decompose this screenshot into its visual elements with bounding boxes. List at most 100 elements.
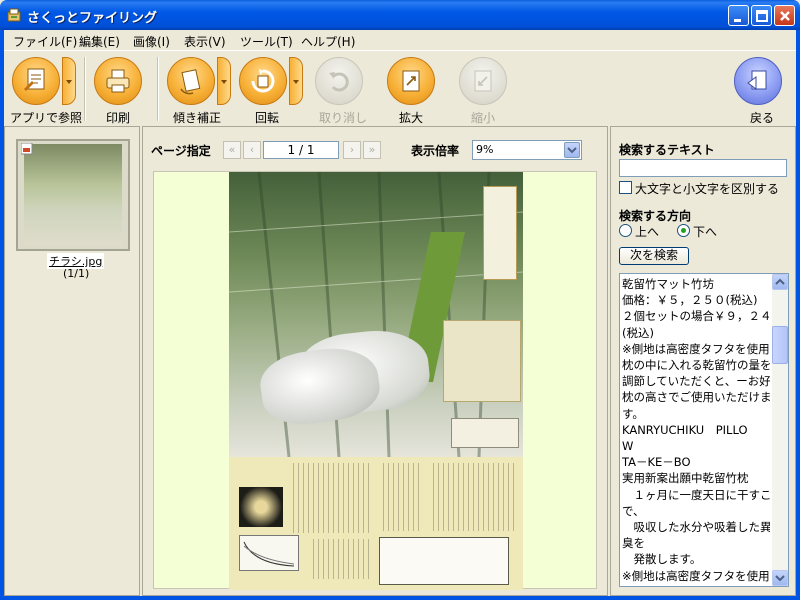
rotate-dropdown[interactable] <box>289 57 303 105</box>
file-type-icon <box>21 143 33 155</box>
zoom-in-label: 拡大 <box>399 111 424 125</box>
search-pane: 検索するテキスト 大文字と小文字を区別する 検索する方向 上へ 下へ 次を検索 … <box>610 126 796 596</box>
chart-graphic <box>239 535 299 571</box>
document-canvas[interactable] <box>153 171 597 590</box>
title-bar: さくっとファイリング <box>0 0 800 30</box>
thumbnail-item[interactable] <box>16 139 130 251</box>
ocr-text-line: 発散します。 <box>622 552 702 567</box>
prev-page-button[interactable]: ‹ <box>243 141 261 159</box>
chevron-down-icon <box>775 575 785 582</box>
search-text-label: 検索するテキスト <box>619 143 715 157</box>
back-label: 戻る <box>750 111 775 125</box>
search-input[interactable] <box>619 159 787 177</box>
ocr-text-line: 実用新案出願中乾留竹枕 <box>622 471 749 486</box>
direction-down-label: 下へ <box>693 225 718 239</box>
ocr-text-line: (税込) <box>622 325 654 340</box>
ocr-text-line: KANRYUCHIKU PILLO <box>622 422 748 437</box>
ocr-text-line: す。 <box>622 406 644 421</box>
zoom-out-icon <box>474 70 492 92</box>
rotate-label: 回転 <box>255 111 280 125</box>
menu-bar: ファイル(F) 編集(E) 画像(I) 表示(V) ツール(T) ヘルプ(H) <box>4 30 796 50</box>
ocr-text-line: ※側地は高密度タフタを使用。 <box>622 341 770 356</box>
vertical-scrollbar[interactable] <box>772 274 788 586</box>
menu-help[interactable]: ヘルプ(H) <box>301 33 355 50</box>
chevron-down-icon <box>567 147 577 154</box>
ocr-text-line: で、 <box>622 503 645 518</box>
menu-file[interactable]: ファイル(F) <box>13 33 77 50</box>
zoom-out-label: 縮小 <box>471 111 496 125</box>
thumbnail-page-count: (1/1) <box>63 267 90 280</box>
menu-edit[interactable]: 編集(E) <box>79 33 120 50</box>
window-frame-right <box>796 30 800 600</box>
minimize-icon <box>734 19 741 22</box>
scroll-up-button[interactable] <box>772 274 788 290</box>
ocr-text-line: 調節していただくと、ーお好みの <box>622 374 770 389</box>
case-sensitive-label: 大文字と小文字を区別する <box>635 182 780 196</box>
ocr-text-line: 枕の中に入れる乾留竹の量を <box>622 358 770 373</box>
find-next-button[interactable]: 次を検索 <box>619 247 689 265</box>
window-title: さくっとファイリング <box>27 11 158 26</box>
ocr-text-line: 臭を <box>622 536 645 551</box>
menu-image[interactable]: 画像(I) <box>133 33 170 50</box>
ocr-text-line: １ヶ月に一度天日に干すこと <box>622 487 770 502</box>
chevron-down-icon <box>66 80 72 84</box>
minimize-button[interactable] <box>728 5 749 26</box>
material-label <box>483 186 517 280</box>
first-page-button[interactable]: « <box>223 141 241 159</box>
ocr-text-line: 吸収した水分や吸着した異 <box>622 520 770 535</box>
ocr-text-line: 枕の高さでご使用いただけます <box>622 390 770 405</box>
brand-caption <box>451 418 519 448</box>
undo-label: 取り消し <box>319 111 368 125</box>
thumbnail-image <box>24 144 122 246</box>
text-column <box>379 463 419 531</box>
open-in-app-icon <box>24 68 45 91</box>
printer-icon <box>106 69 130 93</box>
menu-tools[interactable]: ツール(T) <box>240 33 293 50</box>
text-column <box>289 463 369 533</box>
thumbnail-pane: チラシ.jpg (1/1) <box>4 126 140 596</box>
ocr-text-line: W <box>622 439 634 454</box>
mat-inset-image <box>443 320 521 402</box>
chevron-up-icon <box>775 278 785 285</box>
maximize-icon <box>756 10 768 22</box>
ocr-text-lines: 乾留竹マット竹坊 価格：￥５，２５０(税込) ２個セットの場合￥９，２４０ (税込) ※… <box>622 276 770 586</box>
undo-icon <box>329 72 349 92</box>
ocr-text-line: ３kg <box>622 584 770 586</box>
zoom-in-icon <box>402 70 420 92</box>
deskew-icon <box>180 69 201 95</box>
toolbar: アプリで参照 印刷 傾き補正 回転 取り消し 拡大 縮小 戻る <box>4 50 796 126</box>
direction-up-label: 上へ <box>635 225 660 239</box>
zoom-dropdown-button[interactable] <box>564 142 580 158</box>
back-icon <box>747 70 767 90</box>
zoom-label: 表示倍率 <box>411 144 460 158</box>
ocr-text-line: 価格：￥５，２５０(税込) <box>622 293 758 308</box>
open-in-app-dropdown[interactable] <box>62 57 76 105</box>
maximize-button[interactable] <box>751 5 772 26</box>
rotate-icon <box>251 69 275 93</box>
menu-view[interactable]: 表示(V) <box>184 33 226 50</box>
deskew-dropdown[interactable] <box>217 57 231 105</box>
toolbar-separator <box>84 57 86 121</box>
print-label: 印刷 <box>106 111 131 125</box>
scroll-down-button[interactable] <box>772 570 788 586</box>
close-icon <box>780 11 790 21</box>
direction-down-radio[interactable] <box>677 224 690 237</box>
chevron-down-icon <box>221 80 227 84</box>
last-page-button[interactable]: » <box>363 141 381 159</box>
close-button[interactable] <box>774 5 795 26</box>
flyer-photo-area <box>229 172 523 457</box>
search-direction-label: 検索する方向 <box>619 209 692 223</box>
zoom-select-value: 9% <box>476 143 494 156</box>
ocr-text-area[interactable]: 乾留竹マット竹坊 価格：￥５，２５０(税込) ２個セットの場合￥９，２４０ (税込) ※… <box>619 273 789 587</box>
page-number-field[interactable]: 1 / 1 <box>263 141 339 159</box>
next-page-button[interactable]: › <box>343 141 361 159</box>
shop-ad-box <box>379 537 509 585</box>
flyer-text-area <box>229 457 523 590</box>
window-frame-bottom <box>0 596 800 600</box>
zoom-select[interactable]: 9% <box>472 140 582 160</box>
open-in-app-label: アプリで参照 <box>10 111 83 125</box>
scroll-thumb[interactable] <box>772 326 788 364</box>
case-sensitive-checkbox[interactable] <box>619 181 632 194</box>
bamboo-charcoal-photo <box>239 487 283 527</box>
direction-up-radio[interactable] <box>619 224 632 237</box>
